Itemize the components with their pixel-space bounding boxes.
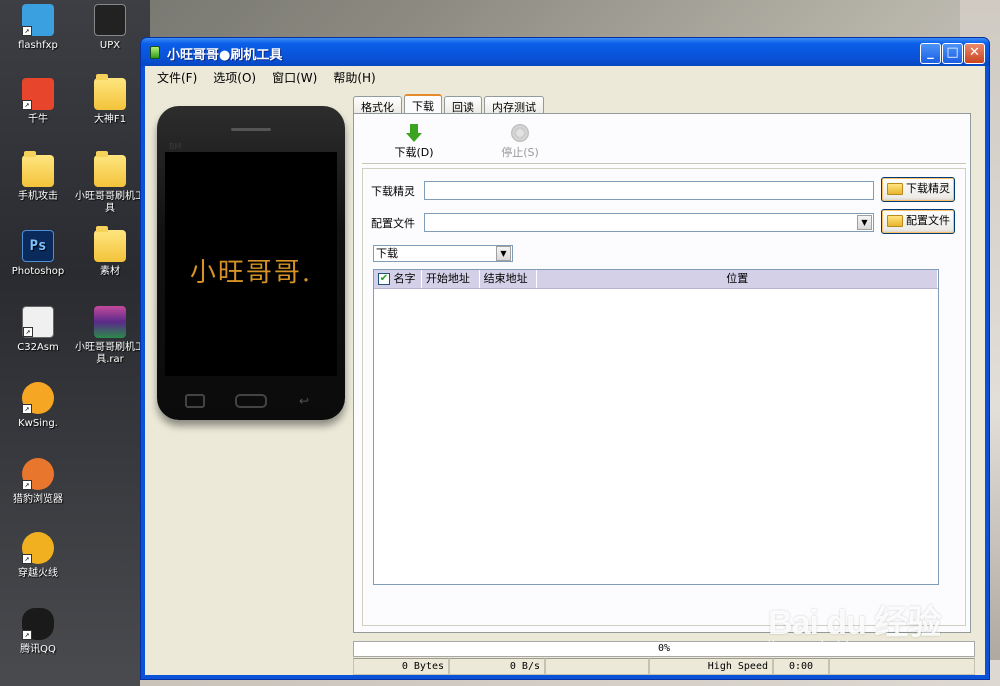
column-name-label: 名字 [393,272,416,285]
status-time: 0:00 [773,658,829,675]
desktop-icon-c32asm[interactable]: ↗ C32Asm [0,306,76,354]
close-button[interactable]: ✕ [964,43,985,64]
window-client-area: 文件(F) 选项(O) 窗口(W) 帮助(H) BM 小旺哥哥. ↩ 格式化 下… [145,66,985,675]
folder-icon [94,74,126,110]
desktop-icon-photoshop[interactable]: Ps Photoshop [0,230,76,278]
desktop-icon-dashen[interactable]: 大神F1 [72,74,148,126]
desktop-icon-phone-attack[interactable]: 手机攻击 [0,151,76,203]
download-settings-group: 下载精灵 下载精灵 配置文件 ▼ 配置文件 下载 ▼ ✔ 名字 开始地址 结束地… [362,168,966,626]
back-key-icon: ↩ [299,394,310,408]
desktop-icon-upx[interactable]: UPX [72,4,148,52]
flash-tool-window: 小旺哥哥●刷机工具 _ □ ✕ 文件(F) 选项(O) 窗口(W) 帮助(H) … [140,37,990,680]
config-file-browse-button[interactable]: 配置文件 [881,209,955,234]
mode-select-value: 下载 [376,247,398,260]
menu-key-icon [185,394,205,408]
watermark-logo: Bai du 经验 [768,604,941,642]
phone-brand: BM [169,142,182,151]
status-blank-2 [829,658,975,675]
download-arrow-icon [405,124,423,142]
maximize-button[interactable]: □ [942,43,963,64]
tab-format[interactable]: 格式化 [353,96,402,114]
minimize-button[interactable]: _ [920,43,941,64]
tab-memory-test[interactable]: 内存测试 [484,96,544,114]
desktop-icon-flashfxp[interactable]: ↗ flashfxp [0,4,76,52]
partition-list[interactable]: ✔ 名字 开始地址 结束地址 位置 [373,269,939,585]
status-bytes: 0 Bytes [353,658,449,675]
desktop-icon-qianniu[interactable]: ↗ 千牛 [0,78,76,126]
folder-icon [94,151,126,187]
mode-select[interactable]: 下载 ▼ [373,245,513,262]
window-title: 小旺哥哥●刷机工具 [167,48,283,63]
download-agent-button-label: 下载精灵 [906,182,950,195]
download-agent-input[interactable] [424,181,874,200]
phone-illustration: BM 小旺哥哥. ↩ [157,106,345,420]
folder-icon [887,215,903,227]
desktop-icon-sucai[interactable]: 素材 [72,226,148,278]
menu-help[interactable]: 帮助(H) [325,66,383,86]
desktop-icon-qq[interactable]: ↗ 腾讯QQ [0,608,76,656]
status-bar: 0 Bytes 0 B/s High Speed 0:00 [353,658,975,675]
kwsing-icon: ↗ [22,382,54,414]
baidu-jingyan-watermark: Bai du 经验 jingyan.baidu.com [768,595,941,653]
download-agent-browse-button[interactable]: 下载精灵 [881,177,955,202]
desktop-icon-flash-tool-rar[interactable]: 小旺哥哥刷机工具.rar [72,306,148,366]
column-name[interactable]: ✔ 名字 [374,270,422,288]
progress-percent: 0% [657,643,671,654]
download-button-label: 下载(D) [394,146,434,159]
select-all-checkbox[interactable]: ✔ [378,273,390,285]
crossfire-icon: ↗ [22,532,54,564]
column-location[interactable]: 位置 [537,270,939,288]
download-button[interactable]: 下载(D) [384,124,444,160]
desktop-icon-flash-tool-folder[interactable]: 小旺哥哥刷机工具 [72,151,148,215]
tab-strip: 格式化 下载 回读 内存测试 [353,94,546,114]
column-start-address[interactable]: 开始地址 [422,270,480,288]
toolbar: 下载(D) 停止(S) [362,118,966,164]
flashfxp-icon: ↗ [22,4,54,36]
config-file-label: 配置文件 [371,217,415,230]
phone-speaker [231,128,271,131]
config-file-combo[interactable]: ▼ [424,213,874,232]
c32asm-icon: ↗ [22,306,54,338]
download-agent-label: 下载精灵 [371,185,415,198]
app-icon [150,46,160,59]
phone-screen-text: 小旺哥哥. [189,258,313,288]
column-end-address[interactable]: 结束地址 [480,270,538,288]
home-key-icon [235,394,267,408]
folder-icon [94,226,126,262]
title-bar[interactable]: 小旺哥哥●刷机工具 _ □ ✕ [141,38,989,66]
chevron-down-icon[interactable]: ▼ [857,215,872,230]
menu-window[interactable]: 窗口(W) [264,66,325,86]
download-tab-panel: 下载(D) 停止(S) 下载精灵 下载精灵 配置文件 ▼ 配置文件 下载 ▼ ✔… [353,113,971,633]
qianniu-icon: ↗ [22,78,54,110]
stop-icon [511,124,529,142]
desktop-icon-crossfire[interactable]: ↗ 穿越火线 [0,532,76,580]
chevron-down-icon[interactable]: ▼ [496,246,511,261]
liebao-browser-icon: ↗ [22,458,54,490]
folder-icon [22,151,54,187]
status-blank-1 [545,658,649,675]
status-mode: High Speed [649,658,773,675]
tab-readback[interactable]: 回读 [444,96,482,114]
qq-icon: ↗ [22,608,54,640]
desktop-icon-kwsing[interactable]: ↗ KwSing. [0,382,76,430]
winrar-icon [94,306,126,338]
stop-button[interactable]: 停止(S) [490,124,550,160]
menu-options[interactable]: 选项(O) [205,66,264,86]
stop-button-label: 停止(S) [501,146,539,159]
folder-icon [887,183,903,195]
tab-download[interactable]: 下载 [404,94,442,113]
menu-file[interactable]: 文件(F) [149,66,205,86]
config-file-button-label: 配置文件 [906,214,950,227]
desktop-icon-liebao[interactable]: ↗ 猎豹浏览器 [0,458,76,506]
status-speed: 0 B/s [449,658,545,675]
menu-bar: 文件(F) 选项(O) 窗口(W) 帮助(H) [145,66,985,86]
list-header: ✔ 名字 开始地址 结束地址 位置 [374,270,939,289]
photoshop-icon: Ps [22,230,54,262]
upx-icon [94,4,126,36]
phone-screen: 小旺哥哥. [165,152,337,376]
